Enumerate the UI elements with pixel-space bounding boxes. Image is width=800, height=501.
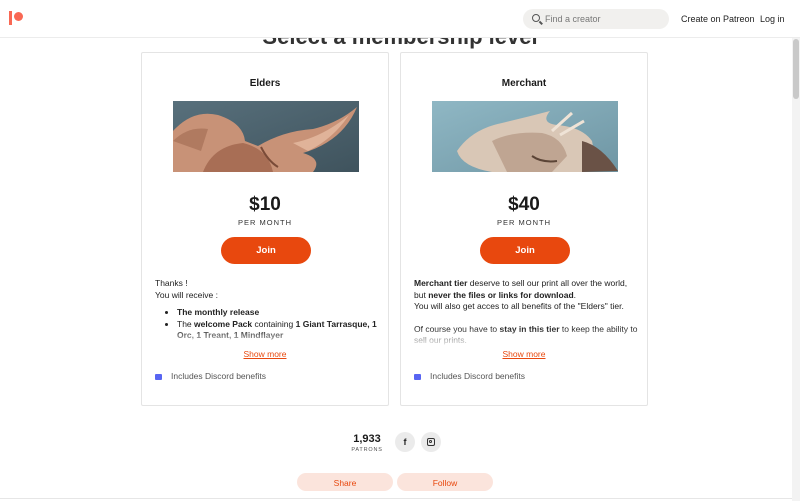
create-on-patreon-link[interactable]: Create on Patreon	[681, 14, 755, 24]
patreon-logo-icon[interactable]	[9, 11, 23, 25]
desc-paragraph: You will also get acces to all benefits …	[414, 301, 624, 311]
desc-line: Thanks !	[155, 278, 188, 288]
instagram-icon[interactable]	[421, 432, 441, 452]
discord-icon	[155, 373, 162, 380]
discord-benefit: Includes Discord benefits	[155, 371, 266, 381]
discord-benefit: Includes Discord benefits	[414, 371, 525, 381]
tier-price: $40	[508, 194, 540, 215]
facebook-icon[interactable]: f	[395, 432, 415, 452]
divider	[0, 498, 792, 499]
discord-icon	[414, 373, 421, 380]
tier-card-merchant: Merchant $40 PER MONTH Join Merchant tie…	[400, 52, 648, 406]
tier-price: $10	[249, 194, 281, 215]
tier-period: PER MONTH	[238, 218, 292, 227]
show-more-link[interactable]: Show more	[401, 349, 647, 359]
desc-line: You will receive :	[155, 289, 218, 300]
tier-image	[173, 101, 359, 172]
patron-label: PATRONS	[351, 447, 383, 453]
patron-count: 1,933	[353, 433, 381, 445]
tier-title: Merchant	[501, 78, 547, 89]
desc-paragraph: Merchant tier deserve to sell our print …	[414, 278, 628, 300]
show-more-link[interactable]: Show more	[142, 349, 388, 359]
tier-image	[432, 101, 618, 172]
list-item: The monthly release	[177, 307, 379, 319]
tier-card-elders: Elders $10 PER MONTH Join Thanks ! You w…	[141, 52, 389, 406]
search-icon	[532, 14, 540, 22]
join-button[interactable]: Join	[480, 237, 570, 264]
search-box[interactable]	[523, 9, 669, 29]
top-navigation-bar: Create on Patreon Log in	[0, 0, 800, 38]
search-input[interactable]	[545, 9, 665, 29]
login-link[interactable]: Log in	[760, 14, 785, 24]
tier-period: PER MONTH	[497, 218, 551, 227]
share-button[interactable]: Share	[297, 473, 393, 491]
tier-description: Merchant tier deserve to sell our print …	[414, 278, 638, 348]
join-button[interactable]: Join	[221, 237, 311, 264]
tier-description: Thanks ! You will receive : The monthly …	[155, 278, 379, 348]
tier-title: Elders	[249, 78, 281, 89]
follow-button[interactable]: Follow	[397, 473, 493, 491]
scrollbar[interactable]	[792, 37, 800, 501]
